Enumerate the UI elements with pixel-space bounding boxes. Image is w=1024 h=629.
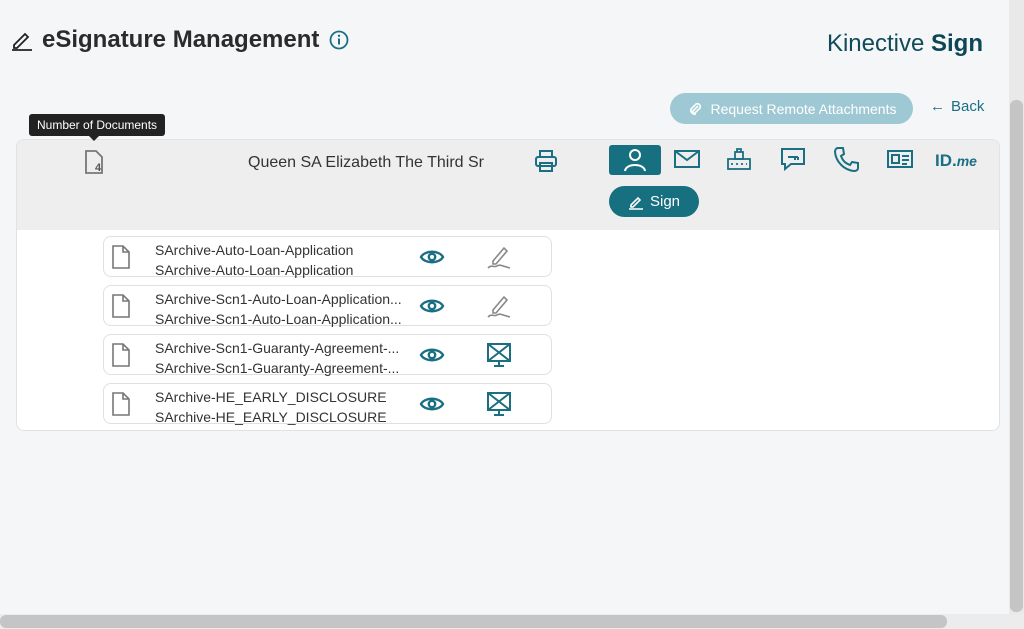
request-remote-attachments-label: Request Remote Attachments (710, 100, 897, 117)
view-icon[interactable] (419, 247, 445, 267)
document-names: SArchive-HE_EARLY_DISCLOSURE SArchive-HE… (155, 387, 425, 427)
file-icon (112, 392, 130, 416)
idme-icon[interactable]: ID.me (935, 151, 977, 171)
document-name: SArchive-Auto-Loan-Application (155, 242, 354, 258)
document-count: 4 (95, 162, 102, 174)
knowledge-icon[interactable] (724, 145, 754, 173)
view-icon[interactable] (419, 296, 445, 316)
document-names: SArchive-Scn1-Auto-Loan-Application... S… (155, 289, 425, 329)
info-icon[interactable] (329, 30, 349, 50)
document-name: SArchive-Scn1-Guaranty-Agreement-... (155, 340, 400, 356)
id-card-icon[interactable] (885, 145, 915, 173)
file-icon (112, 245, 130, 269)
view-icon[interactable] (419, 394, 445, 414)
document-count-icon[interactable]: 4 (83, 149, 107, 175)
signer-header: 4 Queen SA Elizabeth The Third Sr ID.me … (17, 140, 999, 230)
idme-suffix: me (956, 153, 977, 169)
document-count-tooltip: Number of Documents (29, 114, 166, 141)
paperclip-icon (689, 102, 701, 115)
signer-name: Queen SA Elizabeth The Third Sr (248, 154, 484, 171)
document-name-secondary: SArchive-Auto-Loan-Application (155, 262, 354, 278)
brand-bold: Sign (931, 30, 983, 57)
user-icon[interactable] (609, 145, 661, 175)
view-icon[interactable] (419, 345, 445, 365)
document-row: SArchive-Scn1-Guaranty-Agreement-... SAr… (103, 334, 552, 378)
request-remote-attachments-button[interactable]: Request Remote Attachments (670, 93, 913, 124)
brand-logo: Kinective Sign (827, 30, 983, 58)
back-link[interactable]: ← Back (930, 98, 984, 115)
page-title: eSignature Management (42, 26, 320, 53)
vertical-scrollbar-thumb[interactable] (1010, 100, 1023, 612)
document-names: SArchive-Scn1-Guaranty-Agreement-... SAr… (155, 338, 425, 378)
print-icon[interactable] (533, 148, 559, 174)
document-name: SArchive-Scn1-Auto-Loan-Application... (155, 291, 402, 307)
in-person-icon[interactable] (486, 391, 512, 417)
document-names: SArchive-Auto-Loan-Application SArchive-… (155, 240, 425, 280)
brand-light: Kinective (826, 30, 925, 57)
file-icon (112, 343, 130, 367)
document-row: SArchive-HE_EARLY_DISCLOSURE SArchive-HE… (103, 383, 552, 427)
phone-icon[interactable] (831, 145, 861, 173)
document-name-secondary: SArchive-Scn1-Guaranty-Agreement-... (155, 360, 400, 376)
pen-icon (628, 196, 643, 210)
document-list: SArchive-Auto-Loan-Application SArchive-… (103, 236, 552, 430)
document-row: SArchive-Scn1-Auto-Loan-Application... S… (103, 285, 552, 329)
horizontal-scrollbar-thumb[interactable] (0, 615, 947, 628)
sign-icon[interactable] (486, 293, 512, 319)
back-label: Back (951, 98, 985, 115)
sign-button[interactable]: Sign (609, 186, 699, 217)
sign-label: Sign (649, 193, 681, 210)
signer-card: 4 Queen SA Elizabeth The Third Sr ID.me … (16, 139, 1000, 431)
file-icon (112, 294, 130, 318)
document-name-secondary: SArchive-Scn1-Auto-Loan-Application... (155, 311, 402, 327)
otp-icon[interactable] (778, 145, 808, 173)
title-row: eSignature Management (10, 26, 349, 54)
pen-icon (12, 32, 32, 51)
document-name: SArchive-HE_EARLY_DISCLOSURE (155, 389, 387, 405)
document-row: SArchive-Auto-Loan-Application SArchive-… (103, 236, 552, 280)
document-name-secondary: SArchive-HE_EARLY_DISCLOSURE (155, 409, 387, 425)
arrow-left-icon: ← (930, 98, 945, 115)
email-icon[interactable] (672, 145, 702, 173)
in-person-icon[interactable] (486, 342, 512, 368)
sign-icon[interactable] (486, 244, 512, 270)
idme-brand: ID. (935, 151, 957, 170)
